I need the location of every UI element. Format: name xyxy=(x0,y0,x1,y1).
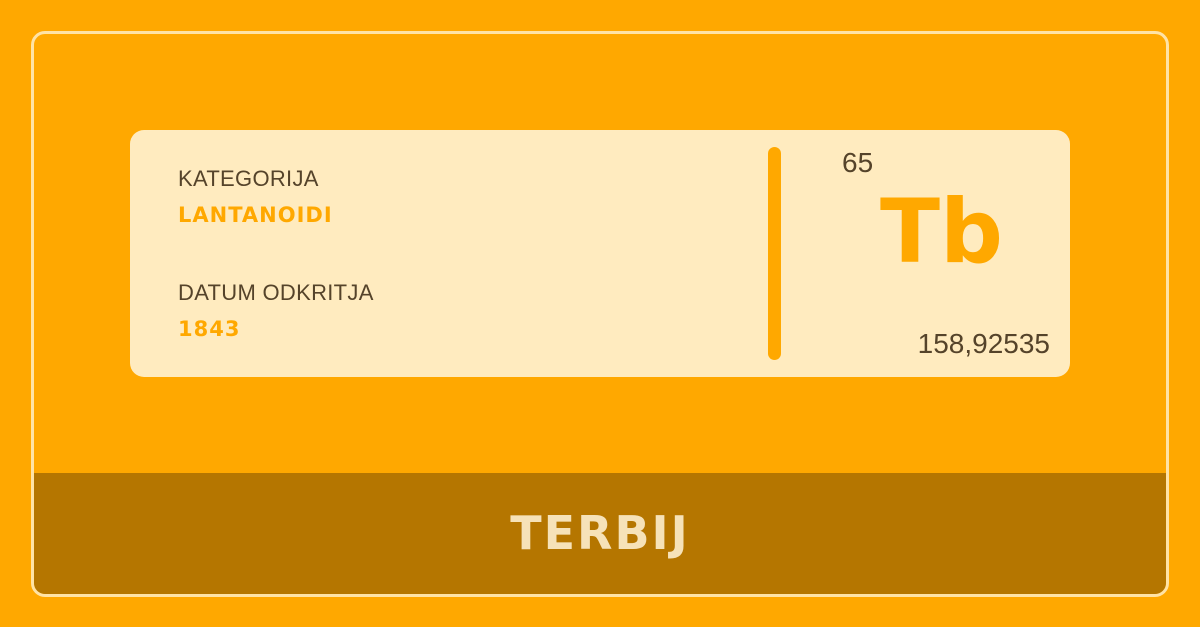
discovery-date-value: 1843 xyxy=(178,317,241,341)
element-name: TERBIJ xyxy=(510,505,690,560)
atomic-number: 65 xyxy=(842,147,874,178)
atomic-mass: 158,92535 xyxy=(917,328,1050,359)
category-value: LANTANOIDI xyxy=(178,203,333,227)
element-info-card: KATEGORIJA LANTANOIDI DATUM ODKRITJA 184… xyxy=(130,130,1070,377)
category-label: KATEGORIJA xyxy=(178,166,319,191)
discovery-date-label: DATUM ODKRITJA xyxy=(178,280,374,305)
element-name-footer: TERBIJ xyxy=(34,473,1166,594)
element-symbol: Tb xyxy=(880,180,1004,283)
divider-bar xyxy=(768,147,781,360)
